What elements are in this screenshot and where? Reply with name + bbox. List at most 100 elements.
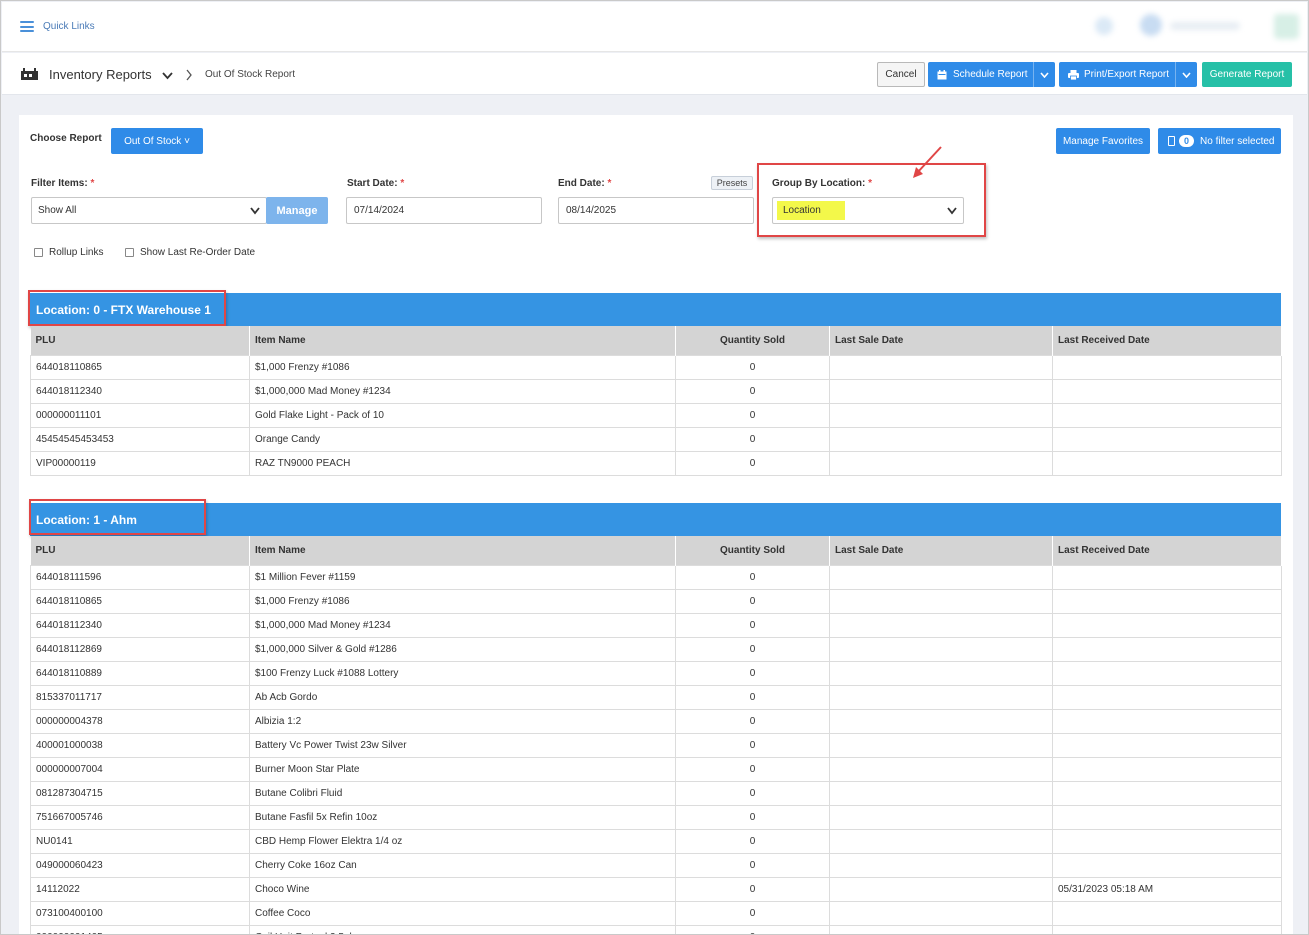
last-sale-date-cell: [829, 924, 1053, 934]
last-received-date-cell: [1052, 588, 1282, 614]
plu-cell: 644018110889: [30, 660, 250, 686]
table-row[interactable]: 644018112340 $1,000,000 Mad Money #1234 0: [30, 612, 1282, 638]
filter-items-select[interactable]: Show All: [31, 197, 267, 224]
plu-cell: NU0141: [30, 828, 250, 854]
last-received-date-cell: 05/31/2023 05:18 AM: [1052, 876, 1282, 902]
checkbox-box[interactable]: [125, 248, 134, 257]
manage-favorites-button[interactable]: Manage Favorites: [1056, 128, 1150, 154]
last-sale-date-cell: [829, 636, 1053, 662]
quantity-sold-cell: 0: [675, 636, 830, 662]
chevron-down-icon[interactable]: [162, 70, 173, 83]
table-row[interactable]: 073100400100 Coffee Coco 0: [30, 900, 1282, 926]
last-sale-date-cell: [829, 378, 1053, 404]
table-row[interactable]: 644018110865 $1,000 Frenzy #1086 0: [30, 588, 1282, 614]
presets-button[interactable]: Presets: [711, 176, 753, 190]
quick-links-link[interactable]: Quick Links: [43, 21, 95, 32]
last-received-date-cell: [1052, 756, 1282, 782]
column-header-plu[interactable]: PLU: [30, 326, 250, 355]
table-body: 644018110865 $1,000 Frenzy #1086 0 64401811…: [30, 354, 1282, 476]
last-received-date-cell: [1052, 684, 1282, 710]
start-date-input[interactable]: 07/14/2024: [346, 197, 542, 224]
show-last-reorder-checkbox[interactable]: Show Last Re-Order Date: [125, 247, 255, 258]
table-row[interactable]: VIP00000119 RAZ TN9000 PEACH 0: [30, 450, 1282, 476]
quantity-sold-cell: 0: [675, 876, 830, 902]
last-received-date-cell: [1052, 804, 1282, 830]
last-received-date-cell: [1052, 924, 1282, 934]
end-date-input[interactable]: 08/14/2025: [558, 197, 754, 224]
schedule-report-button[interactable]: Schedule Report: [928, 62, 1055, 87]
table-row[interactable]: 815337011717 Ab Acb Gordo 0: [30, 684, 1282, 710]
quantity-sold-cell: 0: [675, 852, 830, 878]
manage-button[interactable]: Manage: [266, 197, 328, 224]
column-header-last-received-date[interactable]: Last Received Date: [1052, 326, 1282, 355]
last-sale-date-cell: [829, 876, 1053, 902]
last-sale-date-cell: [829, 708, 1053, 734]
plu-cell: 000000004378: [30, 708, 250, 734]
table-row[interactable]: 751667005746 Butane Fasfil 5x Refin 10oz 0: [30, 804, 1282, 830]
plu-cell: 14112022: [30, 876, 250, 902]
table-header-row: PLU Item Name Quantity Sold Last Sale Da…: [30, 536, 1282, 565]
quantity-sold-cell: 0: [675, 924, 830, 934]
table-row[interactable]: 000000007004 Burner Moon Star Plate 0: [30, 756, 1282, 782]
required-mark: *: [90, 178, 95, 189]
last-received-date-cell: [1052, 612, 1282, 638]
column-header-last-sale-date[interactable]: Last Sale Date: [829, 326, 1053, 355]
table-row[interactable]: 644018110889 $100 Frenzy Luck #1088 Lotte…: [30, 660, 1282, 686]
table-row[interactable]: 644018112340 $1,000,000 Mad Money #1234 0: [30, 378, 1282, 404]
column-header-item-name[interactable]: Item Name: [249, 326, 676, 355]
column-header-quantity-sold[interactable]: Quantity Sold: [675, 536, 830, 565]
annotation-arrow: [913, 146, 942, 178]
checkbox-box[interactable]: [34, 248, 43, 257]
last-received-date-cell: [1052, 900, 1282, 926]
last-received-date-cell: [1052, 660, 1282, 686]
column-header-item-name[interactable]: Item Name: [249, 536, 676, 565]
menu-icon[interactable]: [20, 21, 34, 32]
table-row[interactable]: NU0141 CBD Hemp Flower Elektra 1/4 oz 0: [30, 828, 1282, 854]
quantity-sold-cell: 0: [675, 684, 830, 710]
column-header-plu[interactable]: PLU: [30, 536, 250, 565]
table-row[interactable]: 45454545453453 Orange Candy 0: [30, 426, 1282, 452]
table-header-row: PLU Item Name Quantity Sold Last Sale Da…: [30, 326, 1282, 355]
last-received-date-cell: [1052, 828, 1282, 854]
table-row[interactable]: 644018112869 $1,000,000 Silver & Gold #12…: [30, 636, 1282, 662]
column-header-last-sale-date[interactable]: Last Sale Date: [829, 536, 1053, 565]
last-sale-date-cell: [829, 564, 1053, 590]
column-header-quantity-sold[interactable]: Quantity Sold: [675, 326, 830, 355]
table-row[interactable]: 049000060423 Cherry Coke 16oz Can 0: [30, 852, 1282, 878]
filter-selection-button[interactable]: 0 No filter selected: [1158, 128, 1281, 154]
item-name-cell: Butane Fasfil 5x Refin 10oz: [249, 804, 676, 830]
generate-report-button[interactable]: Generate Report: [1202, 62, 1292, 87]
table-row[interactable]: 14112022 Choco Wine 0 05/31/2023 05:18 AM: [30, 876, 1282, 902]
last-sale-date-cell: [829, 426, 1053, 452]
table-row[interactable]: 081287304715 Butane Colibri Fluid 0: [30, 780, 1282, 806]
notification-icon[interactable]: [1095, 17, 1113, 35]
profile-icon[interactable]: [1274, 14, 1299, 39]
table-row[interactable]: 644018110865 $1,000 Frenzy #1086 0: [30, 354, 1282, 380]
print-export-button[interactable]: Print/Export Report: [1059, 62, 1197, 87]
item-name-cell: $1,000 Frenzy #1086: [249, 354, 676, 380]
calendar-icon: [937, 69, 947, 79]
table-row[interactable]: 000000011101 Gold Flake Light - Pack of 1…: [30, 402, 1282, 428]
last-received-date-cell: [1052, 636, 1282, 662]
table-row[interactable]: 000000001405Coil Unit Protank3 5pk0: [30, 924, 1282, 934]
column-header-last-received-date[interactable]: Last Received Date: [1052, 536, 1282, 565]
rollup-links-checkbox[interactable]: Rollup Links: [34, 247, 103, 258]
item-name-cell: RAZ TN9000 PEACH: [249, 450, 676, 476]
table-row[interactable]: 000000004378 Albizia 1:2 0: [30, 708, 1282, 734]
choose-report-dropdown[interactable]: Out Of Stock ˅: [111, 128, 203, 154]
quantity-sold-cell: 0: [675, 588, 830, 614]
item-name-cell: Battery Vc Power Twist 23w Silver: [249, 732, 676, 758]
last-sale-date-cell: [829, 612, 1053, 638]
table-row[interactable]: 400001000038 Battery Vc Power Twist 23w S…: [30, 732, 1282, 758]
table-row[interactable]: 644018111596 $1 Million Fever #1159 0: [30, 564, 1282, 590]
last-sale-date-cell: [829, 900, 1053, 926]
cancel-button[interactable]: Cancel: [877, 62, 925, 87]
last-received-date-cell: [1052, 450, 1282, 476]
quantity-sold-cell: 0: [675, 660, 830, 686]
last-sale-date-cell: [829, 852, 1053, 878]
avatar[interactable]: [1140, 14, 1162, 36]
highlight-box: [28, 290, 226, 326]
print-dropdown-icon[interactable]: [1175, 62, 1197, 87]
user-menu[interactable]: [1170, 22, 1240, 30]
schedule-dropdown-icon[interactable]: [1033, 62, 1055, 87]
